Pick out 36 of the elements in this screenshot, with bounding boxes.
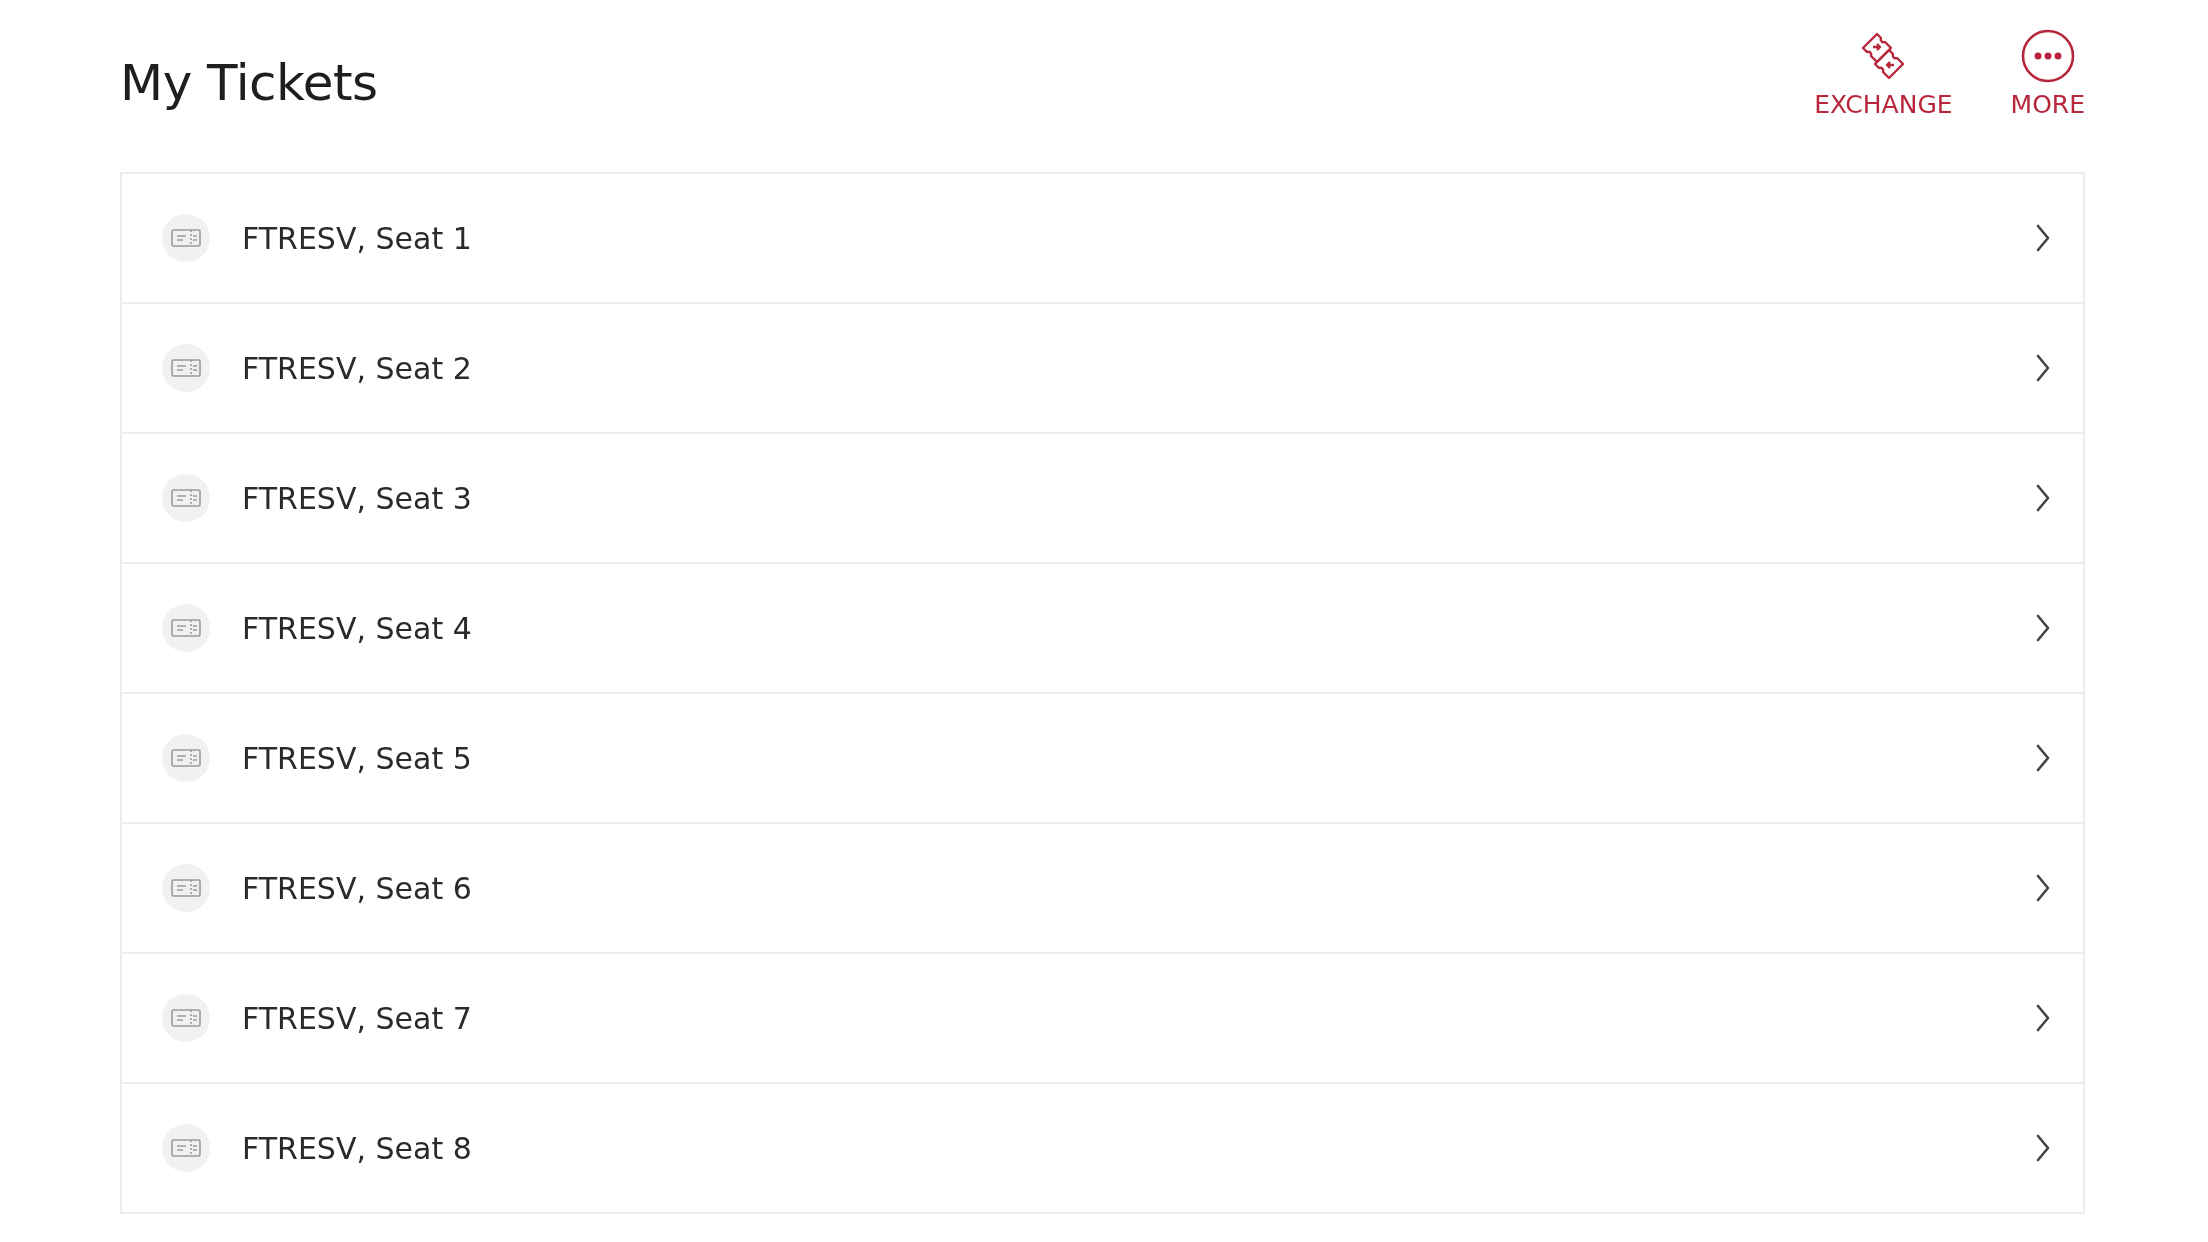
more-button[interactable]: MORE <box>2010 28 2085 119</box>
ticket-label: FTRESV, Seat 5 <box>242 740 473 776</box>
ticket-label: FTRESV, Seat 3 <box>242 480 473 516</box>
ticket-row[interactable]: FTRESV, Seat 4 <box>122 564 2083 694</box>
ticket-row[interactable]: FTRESV, Seat 6 <box>122 824 2083 954</box>
more-icon <box>2019 28 2076 84</box>
ticket-icon <box>162 994 210 1042</box>
ticket-label: FTRESV, Seat 7 <box>242 1000 473 1036</box>
ticket-row[interactable]: FTRESV, Seat 3 <box>122 434 2083 564</box>
ticket-icon <box>162 864 210 912</box>
ticket-label: FTRESV, Seat 2 <box>242 350 473 386</box>
ticket-label: FTRESV, Seat 6 <box>242 870 473 906</box>
page-title: My Tickets <box>120 54 378 112</box>
chevron-right-icon <box>2035 223 2051 253</box>
chevron-right-icon <box>2035 1133 2051 1163</box>
ticket-row[interactable]: FTRESV, Seat 5 <box>122 694 2083 824</box>
ticket-icon <box>162 734 210 782</box>
chevron-right-icon <box>2035 613 2051 643</box>
chevron-right-icon <box>2035 483 2051 513</box>
ticket-label: FTRESV, Seat 1 <box>242 220 473 256</box>
ticket-label: FTRESV, Seat 4 <box>242 610 473 646</box>
ticket-row[interactable]: FTRESV, Seat 8 <box>122 1084 2083 1214</box>
ticket-label: FTRESV, Seat 8 <box>242 1130 473 1166</box>
chevron-right-icon <box>2035 873 2051 903</box>
ticket-icon <box>162 344 210 392</box>
ticket-row[interactable]: FTRESV, Seat 2 <box>122 304 2083 434</box>
ticket-icon <box>162 1124 210 1172</box>
ticket-icon <box>162 604 210 652</box>
chevron-right-icon <box>2035 1003 2051 1033</box>
ticket-icon <box>162 474 210 522</box>
ticket-row[interactable]: FTRESV, Seat 7 <box>122 954 2083 1084</box>
chevron-right-icon <box>2035 353 2051 383</box>
chevron-right-icon <box>2035 743 2051 773</box>
exchange-button[interactable]: EXCHANGE <box>1814 28 1953 119</box>
ticket-row[interactable]: FTRESV, Seat 1 <box>122 174 2083 304</box>
ticket-icon <box>162 214 210 262</box>
